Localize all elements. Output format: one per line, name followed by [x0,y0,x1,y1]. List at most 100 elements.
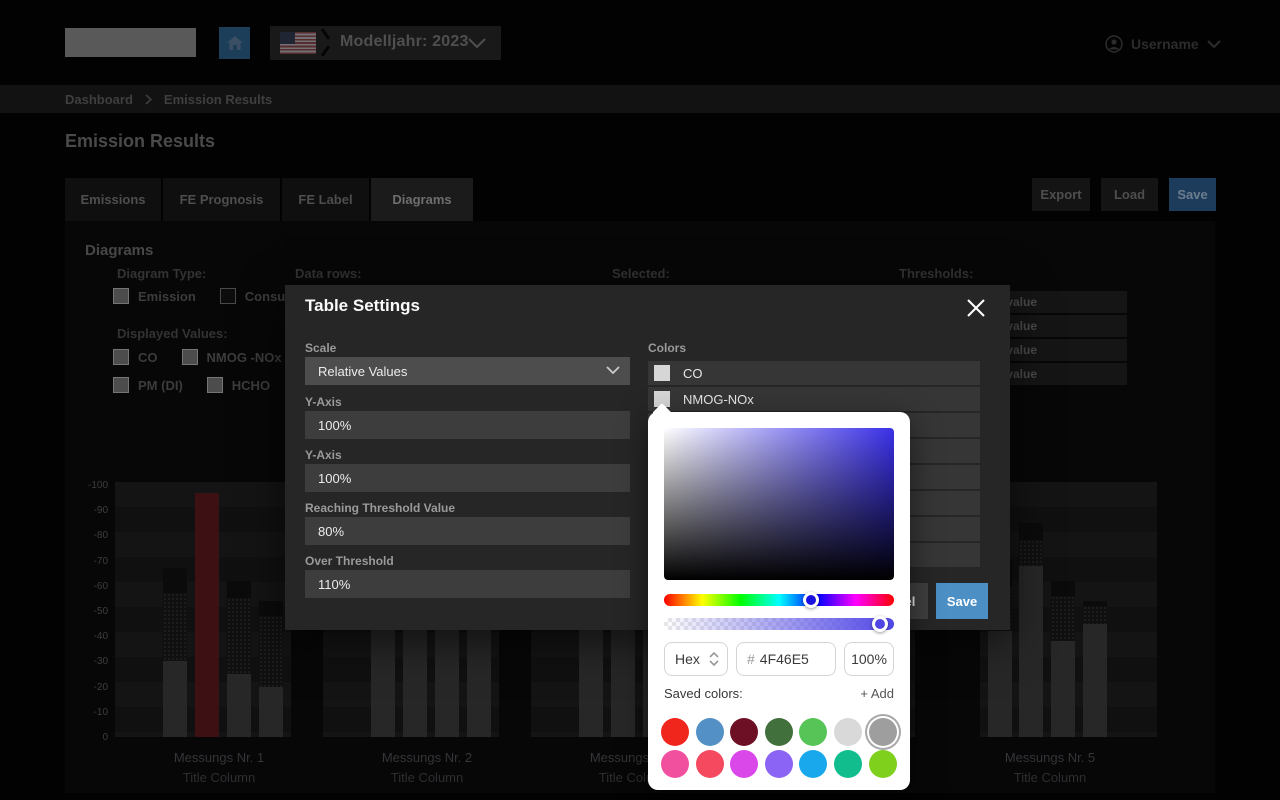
saved-color-swatch[interactable] [765,750,793,778]
saved-color-swatch[interactable] [869,750,897,778]
alpha-slider-handle[interactable] [872,616,888,632]
chart-bar[interactable] [259,601,283,737]
y-axis-tick-label: -50 [80,606,108,617]
scale-select[interactable]: Relative Values [305,357,630,385]
chart-bar[interactable] [195,493,219,737]
thresholds-label: Thresholds: [899,266,973,281]
checkbox-label: HCHO [232,378,270,393]
y-axis-tick-label: -40 [80,631,108,642]
export-button[interactable]: Export [1032,178,1090,211]
color-picker-popover: Hex # 4F46E5 100% Saved colors: + Add [648,412,910,790]
bar-segment-solid [467,626,491,737]
diagram-type-label: Diagram Type: [117,266,206,281]
checkbox-option-co[interactable]: CO [113,349,158,365]
close-icon[interactable] [965,297,987,319]
color-row[interactable]: CO [648,361,980,385]
checkbox-option-nmog-nox[interactable]: NMOG -NOx [182,349,282,365]
alpha-gradient [664,618,894,630]
checkbox[interactable] [182,349,198,365]
save-button[interactable]: Save [1169,178,1216,211]
bar-segment-hatched [227,598,251,674]
tab-emissions[interactable]: Emissions [65,178,161,221]
load-button[interactable]: Load [1101,178,1158,211]
tab-diagrams[interactable]: Diagrams [371,178,473,221]
saved-color-swatch[interactable] [730,718,758,746]
checkbox-option-pm-di-[interactable]: PM (DI) [113,377,183,393]
home-icon [226,35,244,51]
y-axis-tick-label: -20 [80,682,108,693]
bar-segment-solid [371,624,395,737]
saved-color-swatch[interactable] [765,718,793,746]
hue-slider[interactable] [664,594,894,606]
saved-color-swatch[interactable] [799,718,827,746]
alpha-slider[interactable] [664,618,894,630]
hue-slider-handle[interactable] [803,592,819,608]
displayed-values-label: Displayed Values: [117,326,228,341]
checkbox[interactable] [113,349,129,365]
checkbox-label: Emission [138,289,196,304]
chart-bar[interactable] [227,581,251,737]
checkbox[interactable] [220,288,236,304]
y-axis-tick-label: -60 [80,581,108,592]
saved-color-swatch[interactable] [661,718,689,746]
tab-fe-prognosis[interactable]: FE Prognosis [163,178,280,221]
chart-bar[interactable] [1019,523,1043,737]
saved-color-swatch[interactable] [834,750,862,778]
y-axis-tick-label: -80 [80,530,108,541]
add-color-button[interactable]: + Add [860,686,894,701]
color-mode-select[interactable]: Hex [664,642,728,676]
hex-value: 4F46E5 [760,651,809,667]
tab-fe-label[interactable]: FE Label [282,178,369,221]
saturation-gradient-area[interactable] [664,428,894,580]
chart-group-label: Messungs Nr. 1 [131,750,307,765]
saved-color-swatch[interactable] [730,750,758,778]
color-row[interactable]: NMOG-NOx [648,387,980,411]
saved-color-swatch[interactable] [869,718,897,746]
checkbox[interactable] [207,377,223,393]
saved-color-swatch[interactable] [834,718,862,746]
username-label: Username [1131,36,1199,52]
color-swatch[interactable] [654,365,670,381]
chart-bar[interactable] [163,568,187,737]
bar-segment-solid [611,621,635,737]
checkbox[interactable] [113,288,129,304]
home-button[interactable] [219,27,250,59]
field-input[interactable]: 110% [305,570,630,598]
field-input[interactable]: 100% [305,411,630,439]
chart-bar[interactable] [1083,601,1107,737]
user-menu[interactable]: Username [1105,33,1225,55]
bar-segment-solid [988,631,1012,737]
saved-color-swatch[interactable] [661,750,689,778]
model-year-selector[interactable]: Modelljahr: 2023 [270,26,501,60]
bar-segment-solid [259,687,283,737]
field-input[interactable]: 80% [305,517,630,545]
bar-segment-top [1019,523,1043,541]
data-rows-label: Data rows: [295,266,361,281]
breadcrumb-dashboard[interactable]: Dashboard [65,92,133,107]
saved-colors-row [661,718,897,746]
displayed-values-row: CO NMOG -NOx [113,349,282,365]
modal-save-button[interactable]: Save [936,583,988,619]
saved-color-swatch[interactable] [696,718,724,746]
hex-value-input[interactable]: # 4F46E5 [736,642,836,676]
bar-segment-solid [1083,624,1107,737]
field-input[interactable]: 100% [305,464,630,492]
chart-group-sublabel: Title Column [962,770,1138,785]
bar-segment-solid [163,661,187,737]
checkbox[interactable] [113,377,129,393]
checkbox-option-emission[interactable]: Emission [113,288,196,304]
page-title: Emission Results [65,131,215,152]
checkbox-option-hcho[interactable]: HCHO [207,377,270,393]
divider [321,45,330,57]
saved-color-swatch[interactable] [696,750,724,778]
colors-label: Colors [648,341,686,355]
bar-segment-solid [227,674,251,737]
chart-group-label: Messungs Nr. 5 [962,750,1138,765]
alpha-value-input[interactable]: 100% [844,642,894,676]
bar-segment-top [1051,581,1075,596]
y-axis-tick-label: -90 [80,505,108,516]
bar-segment-hatched [259,616,283,687]
field-label: Scale [305,341,336,355]
saved-color-swatch[interactable] [799,750,827,778]
chart-bar[interactable] [1051,581,1075,737]
